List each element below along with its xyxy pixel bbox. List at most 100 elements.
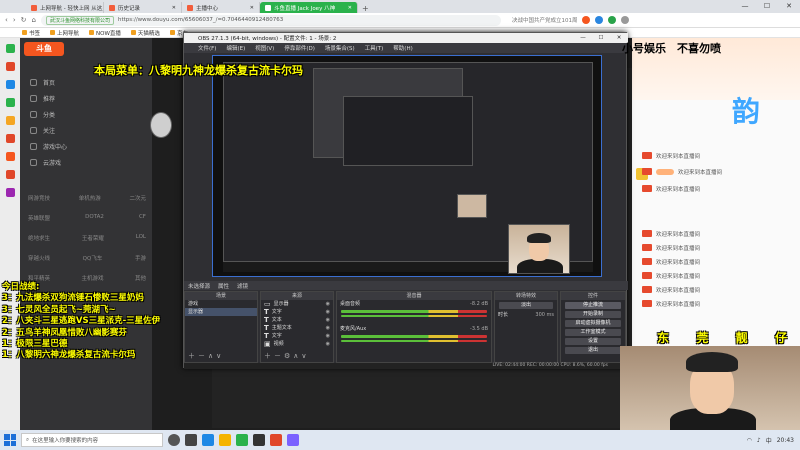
app-icon[interactable] — [5, 170, 15, 179]
menu-icon[interactable] — [621, 16, 630, 24]
menu-docks[interactable]: 停靠部件(D) — [284, 44, 315, 52]
category-row[interactable]: 英雄联盟 DOTA2 CF — [28, 214, 146, 222]
maximize-icon[interactable]: ☐ — [756, 0, 778, 13]
duration-input[interactable]: 300 ms — [535, 311, 554, 319]
menu-file[interactable]: 文件(F) — [198, 44, 216, 52]
home-icon[interactable]: ⌂ — [32, 16, 36, 24]
app-icon[interactable] — [5, 188, 15, 197]
forward-icon[interactable]: › — [13, 16, 16, 24]
extension-icon[interactable] — [608, 16, 617, 24]
close-icon[interactable]: ✕ — [778, 0, 800, 13]
url-text[interactable]: https://www.douyu.com/65606037_/=0.70464… — [118, 17, 283, 23]
menu-scene-collection[interactable]: 场景集合(S) — [325, 44, 355, 52]
source-item[interactable]: T 文字 ◉ — [261, 332, 333, 340]
maximize-icon[interactable]: ☐ — [592, 33, 610, 43]
properties-button[interactable]: 属性 — [218, 282, 229, 290]
visibility-icon[interactable]: ◉ — [326, 300, 330, 308]
network-icon[interactable]: ◠ — [747, 437, 752, 444]
dock-tools[interactable]: ＋－∧∨ — [188, 351, 224, 361]
bookmark-item[interactable]: 上网导航 — [50, 29, 79, 37]
volume-icon[interactable]: ♪ — [757, 437, 761, 444]
stop-streaming-button[interactable]: 停止推流 — [565, 302, 621, 309]
tab-douyu-live[interactable]: 斗鱼直播 Jack Joey 八神 ✕ — [260, 2, 358, 13]
menu-view[interactable]: 视图(V) — [255, 44, 274, 52]
category-row[interactable]: 绝地求生 王者荣耀 LOL — [28, 234, 146, 242]
app-icon[interactable] — [5, 80, 15, 89]
sidebar-item-category[interactable]: 分类 — [30, 110, 55, 119]
source-item[interactable]: ▣ 视频 ◉ — [261, 340, 333, 348]
back-icon[interactable]: ‹ — [5, 16, 8, 24]
volume-slider[interactable] — [341, 340, 487, 342]
sidebar-item-game-center[interactable]: 游戏中心 — [30, 142, 67, 151]
input-language[interactable]: 中 — [766, 436, 772, 445]
search-suggestion[interactable]: 决战中国共产党成立101周 — [512, 16, 578, 24]
edge-icon[interactable] — [202, 434, 214, 446]
visibility-icon[interactable]: ◉ — [326, 332, 330, 340]
source-item[interactable]: T 文字 ◉ — [261, 308, 333, 316]
bookmark-item[interactable]: 书签 — [22, 29, 40, 37]
extension-icon[interactable] — [582, 16, 591, 24]
settings-button[interactable]: 设置 — [565, 338, 621, 345]
douyu-logo[interactable]: 斗鱼 — [24, 42, 64, 56]
volume-slider[interactable] — [341, 315, 487, 317]
reload-icon[interactable]: ↻ — [21, 16, 27, 24]
obs-icon[interactable] — [253, 434, 265, 446]
app-icon[interactable] — [5, 98, 15, 107]
sidebar-item-recommend[interactable]: 推荐 — [30, 94, 55, 103]
widgets-icon[interactable] — [185, 434, 197, 446]
exit-button[interactable]: 退出 — [565, 347, 621, 354]
dock-tools[interactable]: ＋－⚙∧∨ — [264, 351, 310, 361]
close-icon[interactable]: ✕ — [172, 5, 176, 11]
app-icon[interactable] — [5, 134, 15, 143]
visibility-icon[interactable]: ◉ — [326, 324, 330, 332]
category-row[interactable]: 网游竞技 单机热游 二次元 — [28, 194, 146, 202]
app-icon[interactable] — [270, 434, 282, 446]
avatar[interactable] — [150, 112, 172, 138]
visibility-icon[interactable]: ◉ — [326, 308, 330, 316]
tab-streamer-center[interactable]: 主播中心 ✕ — [182, 2, 260, 13]
start-recording-button[interactable]: 开始录制 — [565, 311, 621, 318]
app-icon[interactable] — [5, 116, 15, 125]
sidebar-item-home[interactable]: 首页 — [30, 78, 55, 87]
menu-edit[interactable]: 编辑(E) — [226, 44, 245, 52]
url-field[interactable]: 武汉斗鱼网络科技有限公司 https://www.douyu.com/65606… — [40, 14, 501, 26]
bookmark-item[interactable]: NOW直播 — [89, 29, 121, 37]
folder-icon[interactable] — [219, 434, 231, 446]
close-icon[interactable]: ✕ — [250, 5, 254, 11]
filters-button[interactable]: 滤镜 — [237, 282, 248, 290]
app-icon[interactable] — [287, 434, 299, 446]
scene-item[interactable]: 显示器 — [185, 308, 257, 316]
app-icon[interactable] — [5, 152, 15, 161]
minimize-icon[interactable]: — — [574, 33, 592, 43]
new-tab-button[interactable]: + — [358, 4, 373, 13]
source-item[interactable]: T 文本 ◉ — [261, 316, 333, 324]
task-view-icon[interactable] — [168, 434, 180, 446]
visibility-icon[interactable]: ◉ — [326, 340, 330, 348]
category-row[interactable]: 穿越火线 QQ飞车 手游 — [28, 254, 146, 262]
extension-icon[interactable] — [595, 16, 604, 24]
tab-history[interactable]: 历史记录 ✕ — [104, 2, 182, 13]
site-identity-badge[interactable]: 武汉斗鱼网络科技有限公司 — [45, 15, 114, 25]
clock[interactable]: 20:43 — [777, 437, 794, 444]
windows-start-icon[interactable] — [4, 434, 16, 446]
browser-icon[interactable] — [236, 434, 248, 446]
menu-tools[interactable]: 工具(T) — [365, 44, 384, 52]
tab-nav[interactable]: 上网导航 - 轻快上网 从这里开始✕ — [26, 2, 104, 13]
source-item[interactable]: T 主题文本 ◉ — [261, 324, 333, 332]
scene-item[interactable]: 游戏 — [185, 300, 257, 308]
transition-select[interactable]: 淡出 — [499, 302, 553, 309]
close-icon[interactable]: ✕ — [348, 5, 352, 11]
app-icon[interactable] — [5, 62, 15, 71]
bookmark-item[interactable]: 天猫精选 — [130, 29, 160, 37]
studio-mode-button[interactable]: 工作室模式 — [565, 329, 621, 336]
minimize-icon[interactable]: — — [734, 0, 756, 13]
category-row[interactable]: 和平精英 主机游戏 其他 — [28, 274, 146, 282]
menu-help[interactable]: 帮助(H) — [393, 44, 412, 52]
visibility-icon[interactable]: ◉ — [326, 316, 330, 324]
app-icon[interactable] — [5, 44, 15, 53]
source-item[interactable]: ▭ 显示器 ◉ — [261, 300, 333, 308]
sidebar-item-follow[interactable]: 关注 — [30, 126, 55, 135]
sidebar-item-cloud-game[interactable]: 云游戏 — [30, 158, 61, 167]
taskbar-search-input[interactable]: ⌕ 在这里输入你要搜索的内容 — [21, 433, 163, 447]
virtual-camera-button[interactable]: 启动虚拟摄像机 — [565, 320, 621, 327]
